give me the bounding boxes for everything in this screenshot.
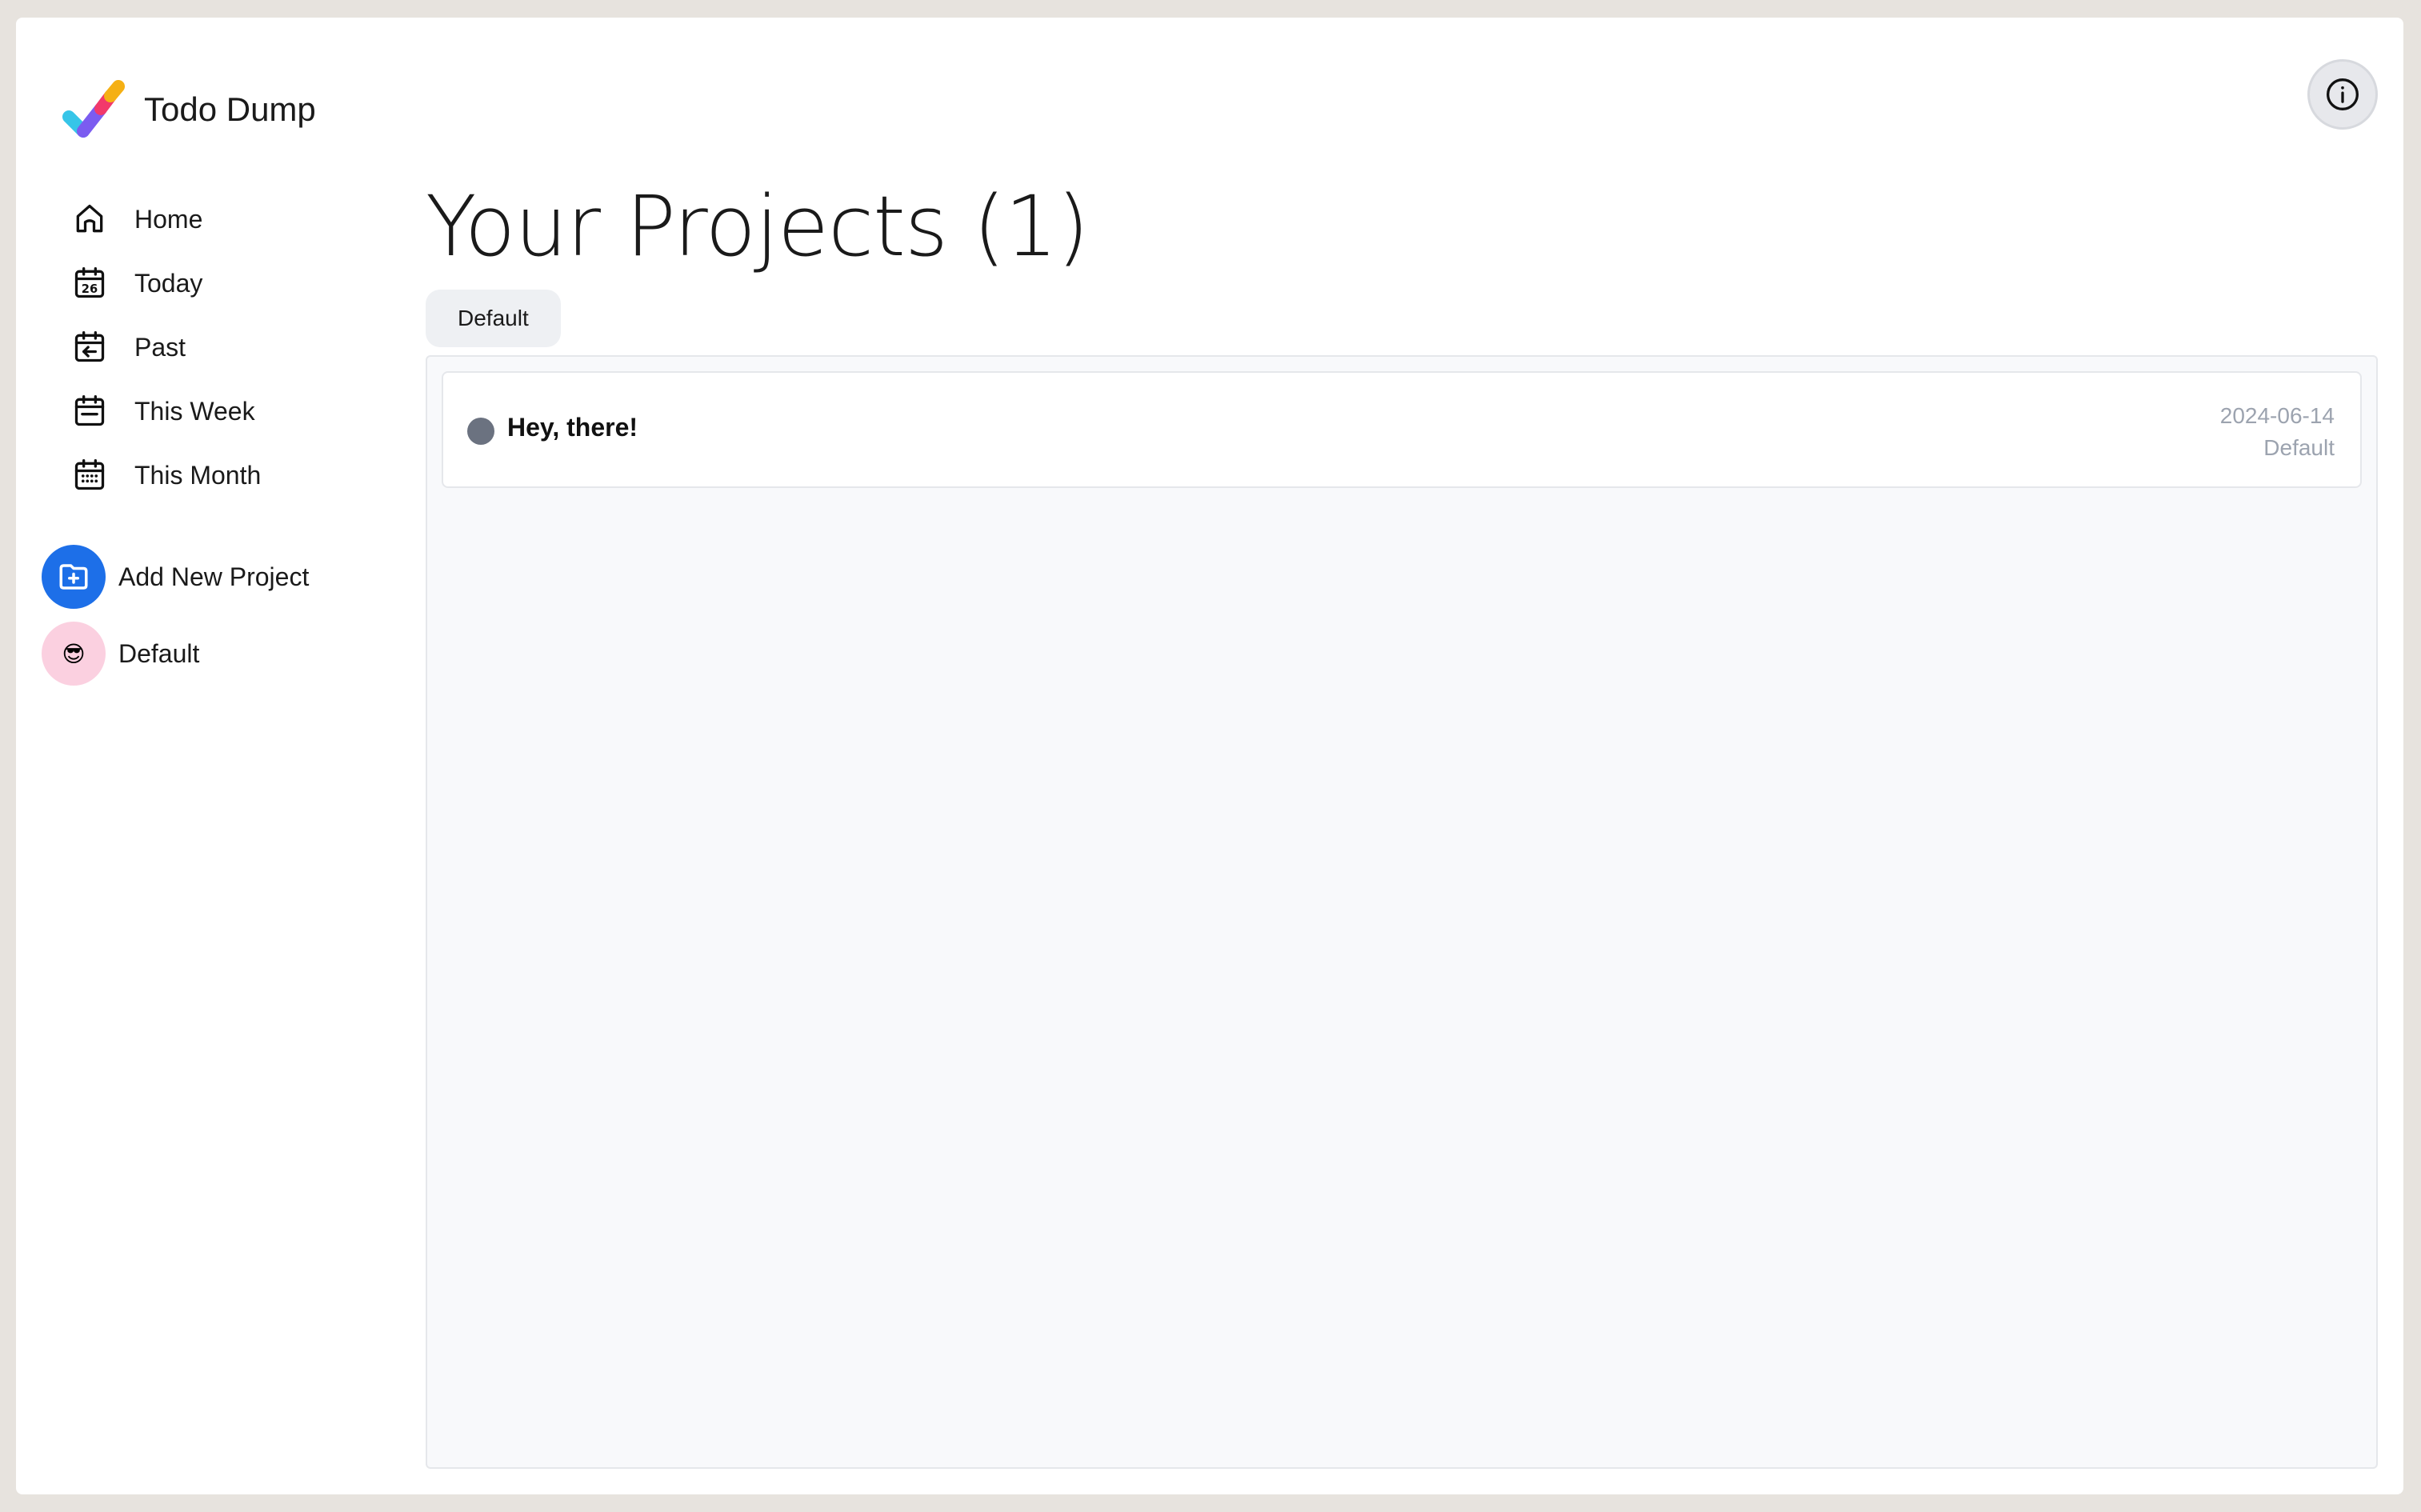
app-logo: [54, 70, 131, 147]
todo-list-panel: Hey, there! 2024-06-14 Default: [426, 355, 2378, 1469]
info-icon: [2327, 78, 2359, 110]
calendar-past-icon: [58, 315, 122, 379]
sidebar-item-label: This Month: [134, 460, 262, 490]
calendar-month-icon: [58, 443, 122, 507]
sidebar-item-label: This Week: [134, 396, 255, 426]
sidebar-nav: Home 26 Today Past This Week This Month: [58, 187, 394, 507]
sidebar-item-label: Today: [134, 268, 203, 298]
sidebar-item-home[interactable]: Home: [58, 187, 394, 251]
sidebar-item-this-month[interactable]: This Month: [58, 443, 394, 507]
sidebar-item-this-week[interactable]: This Week: [58, 379, 394, 443]
todo-item[interactable]: Hey, there! 2024-06-14 Default: [442, 371, 2362, 488]
sidebar-item-today[interactable]: 26 Today: [58, 251, 394, 315]
sidebar-item-label: Home: [134, 204, 203, 234]
app-window: Todo Dump Home 26 Today Past This Week T…: [16, 18, 2403, 1494]
todo-project: Default: [2263, 435, 2335, 460]
sidebar-item-label: Past: [134, 332, 186, 362]
info-button[interactable]: [2307, 59, 2378, 130]
todo-status-dot[interactable]: [467, 418, 494, 445]
calendar-week-icon: [58, 379, 122, 443]
add-new-project-button[interactable]: Add New Project: [42, 544, 394, 610]
svg-text:26: 26: [82, 282, 98, 296]
folder-plus-icon: [42, 545, 106, 609]
sidebar-project-default[interactable]: 😎 Default: [42, 621, 394, 686]
app-title: Todo Dump: [144, 90, 316, 128]
todo-date: 2024-06-14: [2219, 403, 2335, 428]
home-icon: [58, 187, 122, 251]
sidebar-project-label: Default: [118, 638, 200, 668]
todo-title: Hey, there!: [507, 413, 638, 442]
sunglasses-emoji-icon: 😎: [42, 622, 106, 686]
sidebar-item-past[interactable]: Past: [58, 315, 394, 379]
page-title: Your Projects (1): [426, 178, 1089, 275]
project-filter-chip[interactable]: Default: [426, 290, 561, 347]
todo-meta: 2024-06-14 Default: [2220, 400, 2335, 464]
sidebar-projects: Add New Project 😎 Default: [42, 544, 394, 698]
calendar-today-icon: 26: [58, 251, 122, 315]
add-new-project-label: Add New Project: [118, 562, 310, 591]
